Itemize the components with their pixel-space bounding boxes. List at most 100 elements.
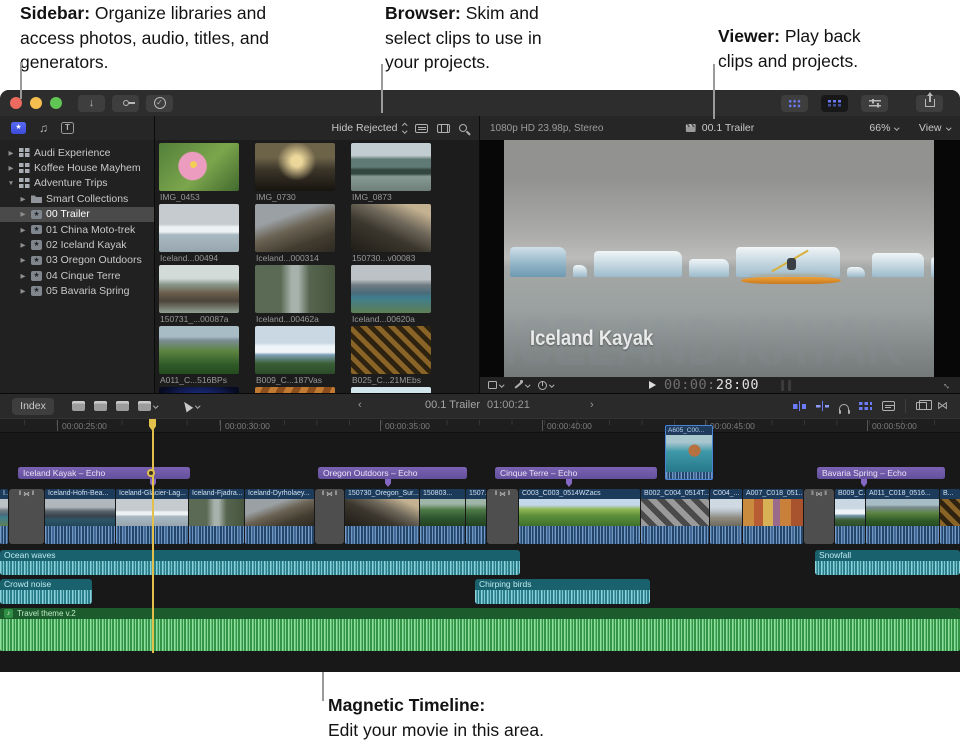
title-clip[interactable]: Bavaria Spring – Echo [817,467,945,479]
browser-clip[interactable]: 150731_...00087a [159,265,245,325]
title-clip[interactable]: Oregon Outdoors – Echo [318,467,467,479]
video-clip[interactable]: 1507... [466,489,486,544]
media-icon[interactable]: ★ [11,122,26,134]
browser-clip[interactable]: Iceland...00620a [351,265,437,325]
connect-edit-icon[interactable] [72,401,85,411]
disclosure-triangle-icon[interactable]: ▶ [19,241,27,249]
transition-clip[interactable]: ‖⋈‖ [804,489,834,544]
sidebar-item[interactable]: ▶Smart Collections [0,191,154,206]
view-dropdown[interactable]: View [919,122,942,134]
retime-button[interactable] [538,381,554,390]
title-clip[interactable]: Cinque Terre – Echo [495,467,657,479]
enhancements-button[interactable] [513,380,530,390]
video-clip[interactable]: I... [0,489,8,544]
stack-icon[interactable] [916,402,927,410]
playhead[interactable] [152,419,154,653]
browser-clip[interactable]: IMG_0730 [255,143,341,203]
browser-clip[interactable]: Iceland...00462a [255,265,341,325]
append-edit-icon[interactable] [116,401,129,411]
browser-clip[interactable]: A011_C...516BPs [159,326,245,386]
disclosure-triangle-icon[interactable]: ▶ [19,210,27,218]
sidebar-item[interactable]: ▶★01 China Moto-trek [0,222,154,237]
browser-clip[interactable]: B009_C...187Vas [255,326,341,386]
background-tasks-button[interactable]: ✓ [146,95,173,112]
filter-stepper-icon[interactable] [403,124,407,132]
snap-icon[interactable] [816,401,829,411]
sidebar-item[interactable]: ▼Adventure Trips [0,176,154,191]
audio-clip[interactable]: Crowd noise [0,579,92,604]
sidebar-item[interactable]: ▶★04 Cinque Terre [0,268,154,283]
audio-clip[interactable]: Chirping birds [475,579,650,604]
disclosure-triangle-icon[interactable]: ▶ [19,195,27,203]
transition-clip[interactable]: ‖⋈‖ [9,489,44,544]
skimming-icon[interactable] [859,402,872,411]
timeline-toggle-button[interactable] [821,95,848,112]
sidebar-item[interactable]: ▶Koffee House Mayhem [0,160,154,175]
transition-clip[interactable]: ‖⋈‖ [315,489,344,544]
disclosure-triangle-icon[interactable]: ▶ [7,149,15,157]
video-clip[interactable]: C004_... [710,489,742,544]
disclosure-triangle-icon[interactable]: ▶ [19,272,27,280]
music-clip[interactable]: ♪ Travel theme v.2 [0,608,960,651]
zoom-button[interactable] [50,97,62,109]
video-clip[interactable]: A007_C018_051... [743,489,803,544]
search-icon[interactable] [459,124,467,132]
index-button[interactable]: Index [12,398,54,415]
av-output-icon[interactable]: ⋈ [937,401,948,411]
browser-clip[interactable]: 150730...v00083 [351,204,437,264]
timeline-ruler[interactable]: 00:00:25:0000:00:30:0000:00:35:0000:00:4… [0,418,960,432]
next-project-button[interactable]: › [590,399,594,411]
disclosure-triangle-icon[interactable]: ▼ [7,180,15,187]
video-clip[interactable]: Iceland-Fjadra... [189,489,244,544]
connected-clip[interactable]: A605_C00... [665,425,713,480]
video-clip[interactable]: Iceland-Dyrholaey... [245,489,314,544]
sidebar-item[interactable]: ▶Audi Experience [0,145,154,160]
audio-clip[interactable]: Ocean waves [0,550,520,575]
sidebar-item[interactable]: ▶★05 Bavaria Spring [0,284,154,299]
video-clip[interactable]: Iceland-Hofn-Bea... [45,489,115,544]
disclosure-triangle-icon[interactable]: ▶ [7,164,15,172]
video-clip[interactable]: 150803... [420,489,465,544]
filter-dropdown[interactable]: Hide Rejected [332,122,398,134]
share-button[interactable] [916,95,943,112]
crop-button[interactable] [488,381,504,389]
import-button[interactable]: ↓ [78,95,105,112]
trim-icon[interactable] [793,401,806,411]
sidebar-item[interactable]: ▶★02 Iceland Kayak [0,237,154,252]
keyword-button[interactable] [112,95,139,112]
browser-clip[interactable]: IMG_0453 [159,143,245,203]
browser-clip[interactable]: IMG_0873 [351,143,437,203]
disclosure-triangle-icon[interactable]: ▶ [19,256,27,264]
video-clip[interactable]: A011_C018_0516... [866,489,939,544]
video-clip[interactable]: C003_C003_0514WZacs [519,489,640,544]
browser-clip[interactable]: B025_C...21MEbs [351,326,437,386]
audio-icon[interactable]: ♫ [39,122,48,134]
disclosure-triangle-icon[interactable]: ▶ [19,287,27,295]
filmstrip-icon[interactable] [437,124,450,133]
video-clip[interactable]: B... [940,489,960,544]
audio-clip[interactable]: Snowfall [815,550,960,575]
transition-clip[interactable]: ‖⋈‖ [487,489,518,544]
tool-menu[interactable] [167,401,200,411]
zoom-level-dropdown[interactable]: 66% [869,122,890,134]
title-clip[interactable]: Iceland Kayak – Echo [18,467,190,479]
previous-project-button[interactable]: ‹ [358,399,362,411]
sidebar-item[interactable]: ▶★03 Oregon Outdoors [0,253,154,268]
inspector-button[interactable] [861,95,888,112]
expand-icon[interactable]: ↔ [940,378,955,393]
video-clip[interactable]: B009_C... [835,489,865,544]
clip-appearance-icon[interactable] [415,124,428,133]
browser-clip[interactable]: Iceland...00494 [159,204,245,264]
solo-icon[interactable] [839,404,849,411]
overwrite-edit-button[interactable] [138,401,158,411]
disclosure-triangle-icon[interactable]: ▶ [19,226,27,234]
effects-icon[interactable] [882,401,895,411]
minimize-button[interactable] [30,97,42,109]
insert-edit-icon[interactable] [94,401,107,411]
browser-toggle-button[interactable] [781,95,808,112]
viewer-video[interactable]: ICELAND KAYAK Iceland Kayak [504,140,934,377]
video-clip[interactable]: B002_C004_0514T... [641,489,709,544]
sidebar-item[interactable]: ▶★00 Trailer [0,207,154,222]
browser-clip[interactable]: Iceland...000314 [255,204,341,264]
video-clip[interactable]: 150730_Oregon_Sur... [345,489,419,544]
